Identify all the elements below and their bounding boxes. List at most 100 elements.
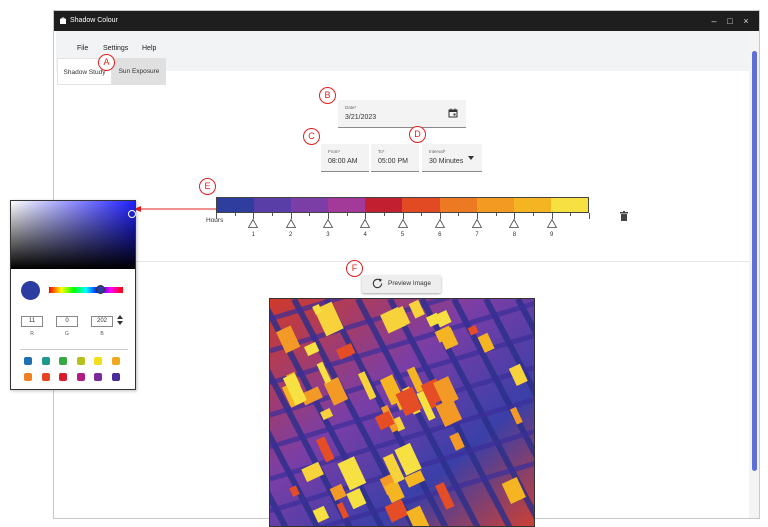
- callout-c: C: [303, 128, 320, 145]
- colorbar-handle-icon[interactable]: [472, 219, 483, 228]
- scrollbar-thumb[interactable]: [752, 51, 757, 471]
- palette-color-chip[interactable]: [41, 373, 50, 381]
- menu-help[interactable]: Help: [142, 45, 156, 52]
- palette-color-chip[interactable]: [76, 357, 85, 365]
- hour-label: 1: [251, 232, 255, 238]
- preview-image-button[interactable]: Preview Image: [362, 275, 441, 293]
- hue-slider[interactable]: [49, 287, 123, 293]
- stage: Shadow Colour – □ × File Settings Help S…: [0, 0, 768, 527]
- hour-label: 9: [550, 232, 554, 238]
- from-field[interactable]: From* 08:00 AM: [321, 144, 369, 172]
- palette-color-chip[interactable]: [41, 357, 50, 365]
- picker-divider: [20, 349, 128, 350]
- callout-e: E: [199, 178, 216, 195]
- calendar-icon[interactable]: [448, 108, 458, 118]
- saturation-area[interactable]: [11, 201, 135, 269]
- hour-label: 6: [438, 232, 442, 238]
- preview-image-label: Preview Image: [388, 280, 431, 287]
- colorbar-segment[interactable]: [513, 198, 551, 212]
- format-toggle-icon[interactable]: [117, 315, 123, 325]
- palette-color-chip[interactable]: [94, 373, 102, 381]
- hour-label: 4: [363, 232, 367, 238]
- colorbar-handle-icon[interactable]: [546, 219, 557, 228]
- colorbar-tick: [383, 213, 385, 216]
- r-label: R: [30, 331, 34, 337]
- colorbar-segment[interactable]: [217, 198, 255, 212]
- interval-select[interactable]: Interval* 30 Minutes: [422, 144, 482, 172]
- colorbar-tick: [271, 213, 273, 216]
- colorbar-segment[interactable]: [476, 198, 514, 212]
- date-label: Date*: [345, 105, 357, 110]
- hour-label: 3: [326, 232, 330, 238]
- callout-arrow: [134, 206, 218, 212]
- callout-f: F: [346, 260, 363, 277]
- shadow-heatmap-image: [269, 298, 535, 527]
- colorbar-tick: [570, 213, 572, 216]
- hour-label: 7: [475, 232, 479, 238]
- colorbar-tick: [234, 213, 236, 216]
- menu-file[interactable]: File: [77, 45, 88, 52]
- colorbar-segment[interactable]: [550, 198, 588, 212]
- r-input[interactable]: 11: [21, 316, 43, 327]
- colorbar-tick: [309, 213, 311, 216]
- colorbar-handle-icon[interactable]: [397, 219, 408, 228]
- palette-color-chip[interactable]: [24, 373, 32, 381]
- menu-settings[interactable]: Settings: [103, 45, 128, 52]
- callout-b: B: [319, 87, 336, 104]
- hour-label: 8: [512, 232, 517, 238]
- date-value: 3/21/2023: [345, 114, 377, 121]
- colorbar-handle-icon[interactable]: [248, 219, 259, 228]
- colorbar-tick: [589, 213, 590, 219]
- color-picker-popup: 11 0 202 R G B: [10, 200, 136, 390]
- close-icon[interactable]: ×: [740, 15, 752, 27]
- callout-a: A: [98, 54, 115, 71]
- saturation-thumb[interactable]: [128, 210, 136, 218]
- colorbar-segment[interactable]: [291, 198, 329, 212]
- from-value: 08:00 AM: [328, 158, 358, 165]
- palette-color-chip[interactable]: [76, 373, 85, 381]
- to-value: 05:00 PM: [378, 158, 408, 165]
- to-label: To*: [378, 149, 385, 154]
- palette-color-chip[interactable]: [111, 357, 120, 365]
- minimize-icon[interactable]: –: [708, 15, 720, 27]
- palette-color-chip[interactable]: [59, 373, 67, 381]
- colorbar-handle-icon[interactable]: [285, 219, 296, 228]
- colorbar-handle-icon[interactable]: [509, 219, 520, 228]
- maximize-icon[interactable]: □: [724, 15, 736, 27]
- palette-color-chip[interactable]: [24, 357, 32, 365]
- from-label: From*: [328, 149, 341, 154]
- hour-label: 5: [400, 232, 405, 238]
- chevron-down-icon: [468, 156, 474, 160]
- callout-d: D: [409, 126, 426, 143]
- interval-value: 30 Minutes: [429, 158, 464, 165]
- palette-color-chip[interactable]: [94, 357, 102, 365]
- colorbar-segment[interactable]: [365, 198, 403, 212]
- to-field[interactable]: To* 05:00 PM: [371, 144, 419, 172]
- palette-color-chip[interactable]: [111, 373, 120, 381]
- colorbar-segment[interactable]: [439, 198, 477, 212]
- trash-icon[interactable]: [620, 211, 628, 221]
- window-title: Shadow Colour: [70, 17, 118, 24]
- colorbar-segment[interactable]: [328, 198, 366, 212]
- current-color-swatch: [21, 281, 40, 300]
- colorbar-tick: [216, 213, 217, 219]
- colorbar-tick: [533, 213, 535, 216]
- hour-label: 2: [288, 232, 293, 238]
- b-input[interactable]: 202: [91, 316, 113, 327]
- g-input[interactable]: 0: [56, 316, 78, 327]
- palette-color-chip[interactable]: [59, 357, 67, 365]
- colorbar-segment[interactable]: [254, 198, 292, 212]
- colorbar-tick: [421, 213, 423, 216]
- hour-colorbar[interactable]: [216, 197, 589, 213]
- colorbar-handle-icon[interactable]: [434, 219, 445, 228]
- section-divider: [56, 261, 749, 262]
- hue-thumb[interactable]: [96, 285, 105, 294]
- refresh-icon: [372, 278, 383, 289]
- tab-sun-exposure[interactable]: Sun Exposure: [112, 58, 166, 85]
- colorbar-tick: [458, 213, 460, 216]
- colorbar-handle-icon[interactable]: [322, 219, 333, 228]
- colorbar-segment[interactable]: [402, 198, 440, 212]
- colorbar-tick: [346, 213, 348, 216]
- date-field[interactable]: Date* 3/21/2023: [338, 100, 466, 128]
- colorbar-handle-icon[interactable]: [360, 219, 371, 228]
